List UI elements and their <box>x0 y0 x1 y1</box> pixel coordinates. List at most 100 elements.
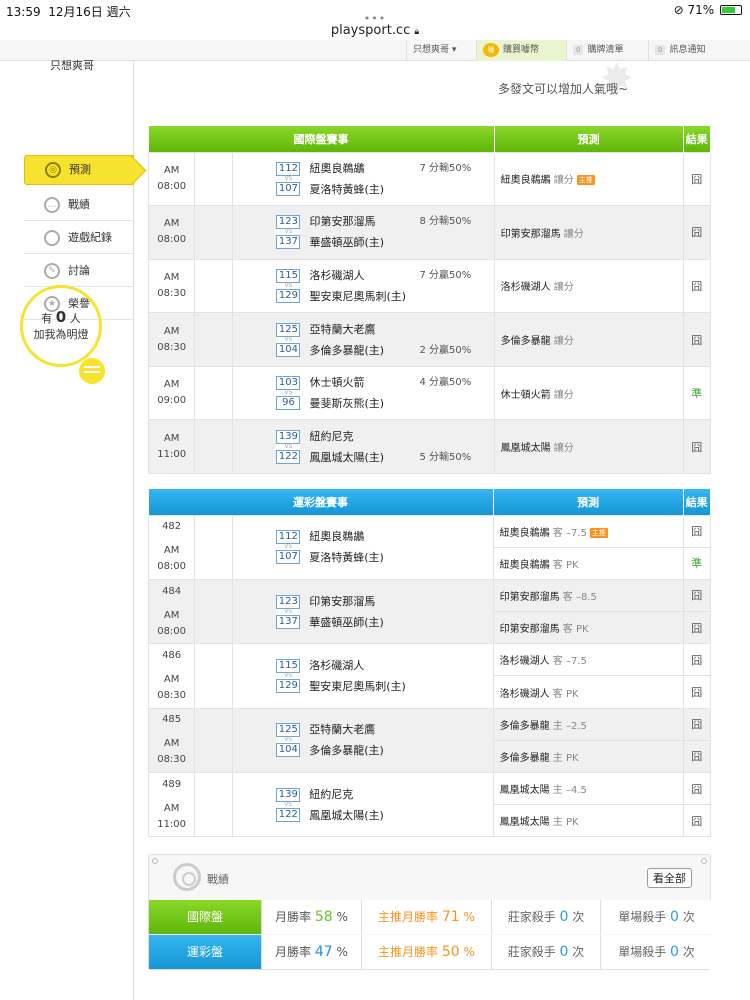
match-cell: 115 VS 129 洛杉磯湖人 聖安東尼奧馬刺(主) 7 分贏50% <box>232 258 495 314</box>
pick-team: 鳳凰城太陽 <box>499 785 550 797</box>
spacer-cell <box>194 771 234 838</box>
match-time: AM 08:30 <box>147 258 196 314</box>
top-monthly-rate-value: 50 <box>441 944 460 960</box>
team-home[interactable]: 鳳凰城太陽(主) <box>309 447 384 468</box>
sidebar-item-0[interactable]: ◎ 預測 <box>24 155 134 185</box>
pick-line: 主 PK <box>552 817 579 829</box>
sidebar-item-2[interactable]: 遊戲紀錄 <box>24 221 134 254</box>
table-row: AM 08:30 125 VS 104 亞特蘭大老鷹 多倫多暴龍(主) 2 分贏50% 多倫… <box>147 312 712 367</box>
team-codes: 125 VS 104 <box>276 723 301 758</box>
pick-line: 讓分 <box>553 389 574 401</box>
team-names: 印第安那溜馬 華盛頓巫師(主) <box>309 591 384 633</box>
sidebar-item-3[interactable]: ✎ 討論 <box>24 254 134 287</box>
spread-text: 8 分輸50% <box>419 216 472 228</box>
result-cell: 囧 <box>682 312 712 367</box>
target-icon <box>173 863 201 891</box>
team-away[interactable]: 紐約尼克 <box>309 784 384 805</box>
dealer-killer-value: 0 <box>559 944 569 960</box>
team-code: 129 <box>276 678 301 693</box>
team-code: 123 <box>276 215 301 230</box>
team-home[interactable]: 曼斐斯灰熊(主) <box>309 393 384 414</box>
featured-tag: 主推 <box>589 527 608 538</box>
match-number: 489 <box>162 778 182 790</box>
match-time: AM 08:00 <box>157 545 187 573</box>
match-no-time: 486 AM 08:30 <box>147 643 196 709</box>
monthly-rate-unit: % <box>336 945 348 959</box>
table-row: 486 AM 08:30 115 VS 129 洛杉磯湖人 聖安東尼奧馬刺(主) 洛杉磯湖人 … <box>147 643 712 709</box>
monthly-rate-label: 月勝率 <box>275 910 312 924</box>
record-row: 國際盤 月勝率 58 % 主推月勝率 71 % 莊家殺手 0 次單場殺手 0 次 <box>149 900 712 934</box>
team-away[interactable]: 休士頓火箭 <box>309 372 384 393</box>
team-code: 112 <box>276 530 301 545</box>
spacer-cell <box>194 258 234 314</box>
team-away[interactable]: 紐奧良鵜鶘 <box>309 526 384 547</box>
notify-link[interactable]: 0 訊息通知 <box>648 40 750 61</box>
team-away[interactable]: 紐約尼克 <box>309 426 384 447</box>
single-killer-value: 0 <box>670 944 679 960</box>
team-away[interactable]: 亞特蘭大老鷹 <box>309 319 384 340</box>
pick-line: 讓分 <box>563 228 584 240</box>
team-home[interactable]: 夏洛特黃蜂(主) <box>309 547 384 568</box>
sidebar-item-label: 遊戲紀錄 <box>68 231 112 244</box>
pick-cell: 印第安那溜馬 讓分 <box>493 205 684 260</box>
intl-header-pick: 預測 <box>494 126 684 152</box>
team-away[interactable]: 印第安那溜馬 <box>309 211 384 232</box>
team-code: 104 <box>276 342 301 357</box>
buy-coins-link[interactable]: 噱購買噱幣 <box>476 40 566 61</box>
team-home[interactable]: 多倫多暴龍(主) <box>309 340 384 361</box>
top-monthly-rate-label: 主推月勝率 <box>378 910 439 924</box>
team-away[interactable]: 洛杉磯湖人 <box>309 265 406 286</box>
team-codes: 115 VS 129 <box>276 658 301 693</box>
pick-line: 客 –7.5 <box>552 656 587 668</box>
team-home[interactable]: 華盛頓巫師(主) <box>309 232 384 253</box>
team-home[interactable]: 夏洛特黃蜂(主) <box>309 179 384 200</box>
url-text[interactable]: playsport.cc <box>331 23 410 38</box>
match-cell: 112 VS 107 紐奧良鵜鶘 夏洛特黃蜂(主) <box>232 514 494 580</box>
team-away[interactable]: 亞特蘭大老鷹 <box>309 719 384 740</box>
match-time: AM 08:00 <box>147 151 196 207</box>
table-row: 485 AM 08:30 125 VS 104 亞特蘭大老鷹 多倫多暴龍(主) 多倫多暴龍 主… <box>147 707 712 774</box>
lottery-header-pick: 預測 <box>493 489 684 515</box>
user-menu[interactable]: 只想爽哥 ▾ <box>406 40 476 61</box>
lottery-table: 運彩盤賽事 預測 結果 482 AM 08:00 112 VS 107 紐奧良鵜鶘 夏洛特黃… <box>147 489 712 838</box>
team-code: 123 <box>276 594 301 609</box>
top-monthly-rate-label: 主推月勝率 <box>378 945 439 959</box>
sidebar-username[interactable]: 只想爽哥 <box>50 57 94 73</box>
team-code: 137 <box>276 235 301 250</box>
spacer-cell <box>194 205 234 260</box>
follow-label: 加我為明燈 <box>33 328 89 341</box>
target-icon: ◎ <box>45 162 61 178</box>
record-row-label: 運彩盤 <box>149 935 261 969</box>
team-away[interactable]: 洛杉磯湖人 <box>309 655 406 676</box>
sidebar-item-1[interactable]: … 戰績 <box>24 188 134 221</box>
spread-line: 5 分輸50% <box>419 426 471 468</box>
dealer-killer: 莊家殺手 0 次 <box>491 900 600 934</box>
view-all-button[interactable]: 看全部 <box>647 868 692 888</box>
team-home[interactable]: 聖安東尼奧馬刺(主) <box>309 676 406 697</box>
team-names: 洛杉磯湖人 聖安東尼奧馬刺(主) <box>309 265 406 307</box>
spread-text: 7 分輸50% <box>419 162 472 174</box>
team-away[interactable]: 印第安那溜馬 <box>309 591 384 612</box>
match-no-time: 484 AM 08:00 <box>147 578 196 645</box>
spacer-cell <box>194 312 234 367</box>
dealer-killer-label: 莊家殺手 <box>507 910 556 924</box>
team-codes: 123 VS 137 <box>276 594 301 629</box>
team-home[interactable]: 鳳凰城太陽(主) <box>309 805 384 826</box>
browser-address-bar[interactable]: ••• playsport.cc 🔒︎ <box>0 12 750 40</box>
lock-icon: 🔒︎ <box>414 27 420 37</box>
spread-line: 7 分輸50% <box>419 158 471 200</box>
team-away[interactable]: 紐奧良鵜鶘 <box>309 158 384 179</box>
result-cell: 準 <box>682 546 712 580</box>
team-code: 103 <box>276 376 301 391</box>
team-code: 129 <box>276 288 301 303</box>
follow-bulb[interactable]: 有 0 人 加我為明燈 <box>20 285 105 384</box>
pick-team: 洛杉磯湖人 <box>500 282 551 294</box>
team-home[interactable]: 多倫多暴龍(主) <box>309 740 384 761</box>
match-number: 485 <box>162 714 182 726</box>
top-monthly-rate-value: 71 <box>441 909 460 925</box>
pick-team: 紐奧良鵜鶘 <box>499 559 550 571</box>
team-home[interactable]: 聖安東尼奧馬刺(主) <box>309 286 406 307</box>
match-cell: 139 VS 122 紐約尼克 鳳凰城太陽(主) <box>232 771 494 838</box>
team-home[interactable]: 華盛頓巫師(主) <box>309 612 384 633</box>
dealer-killer-unit: 次 <box>572 945 585 959</box>
